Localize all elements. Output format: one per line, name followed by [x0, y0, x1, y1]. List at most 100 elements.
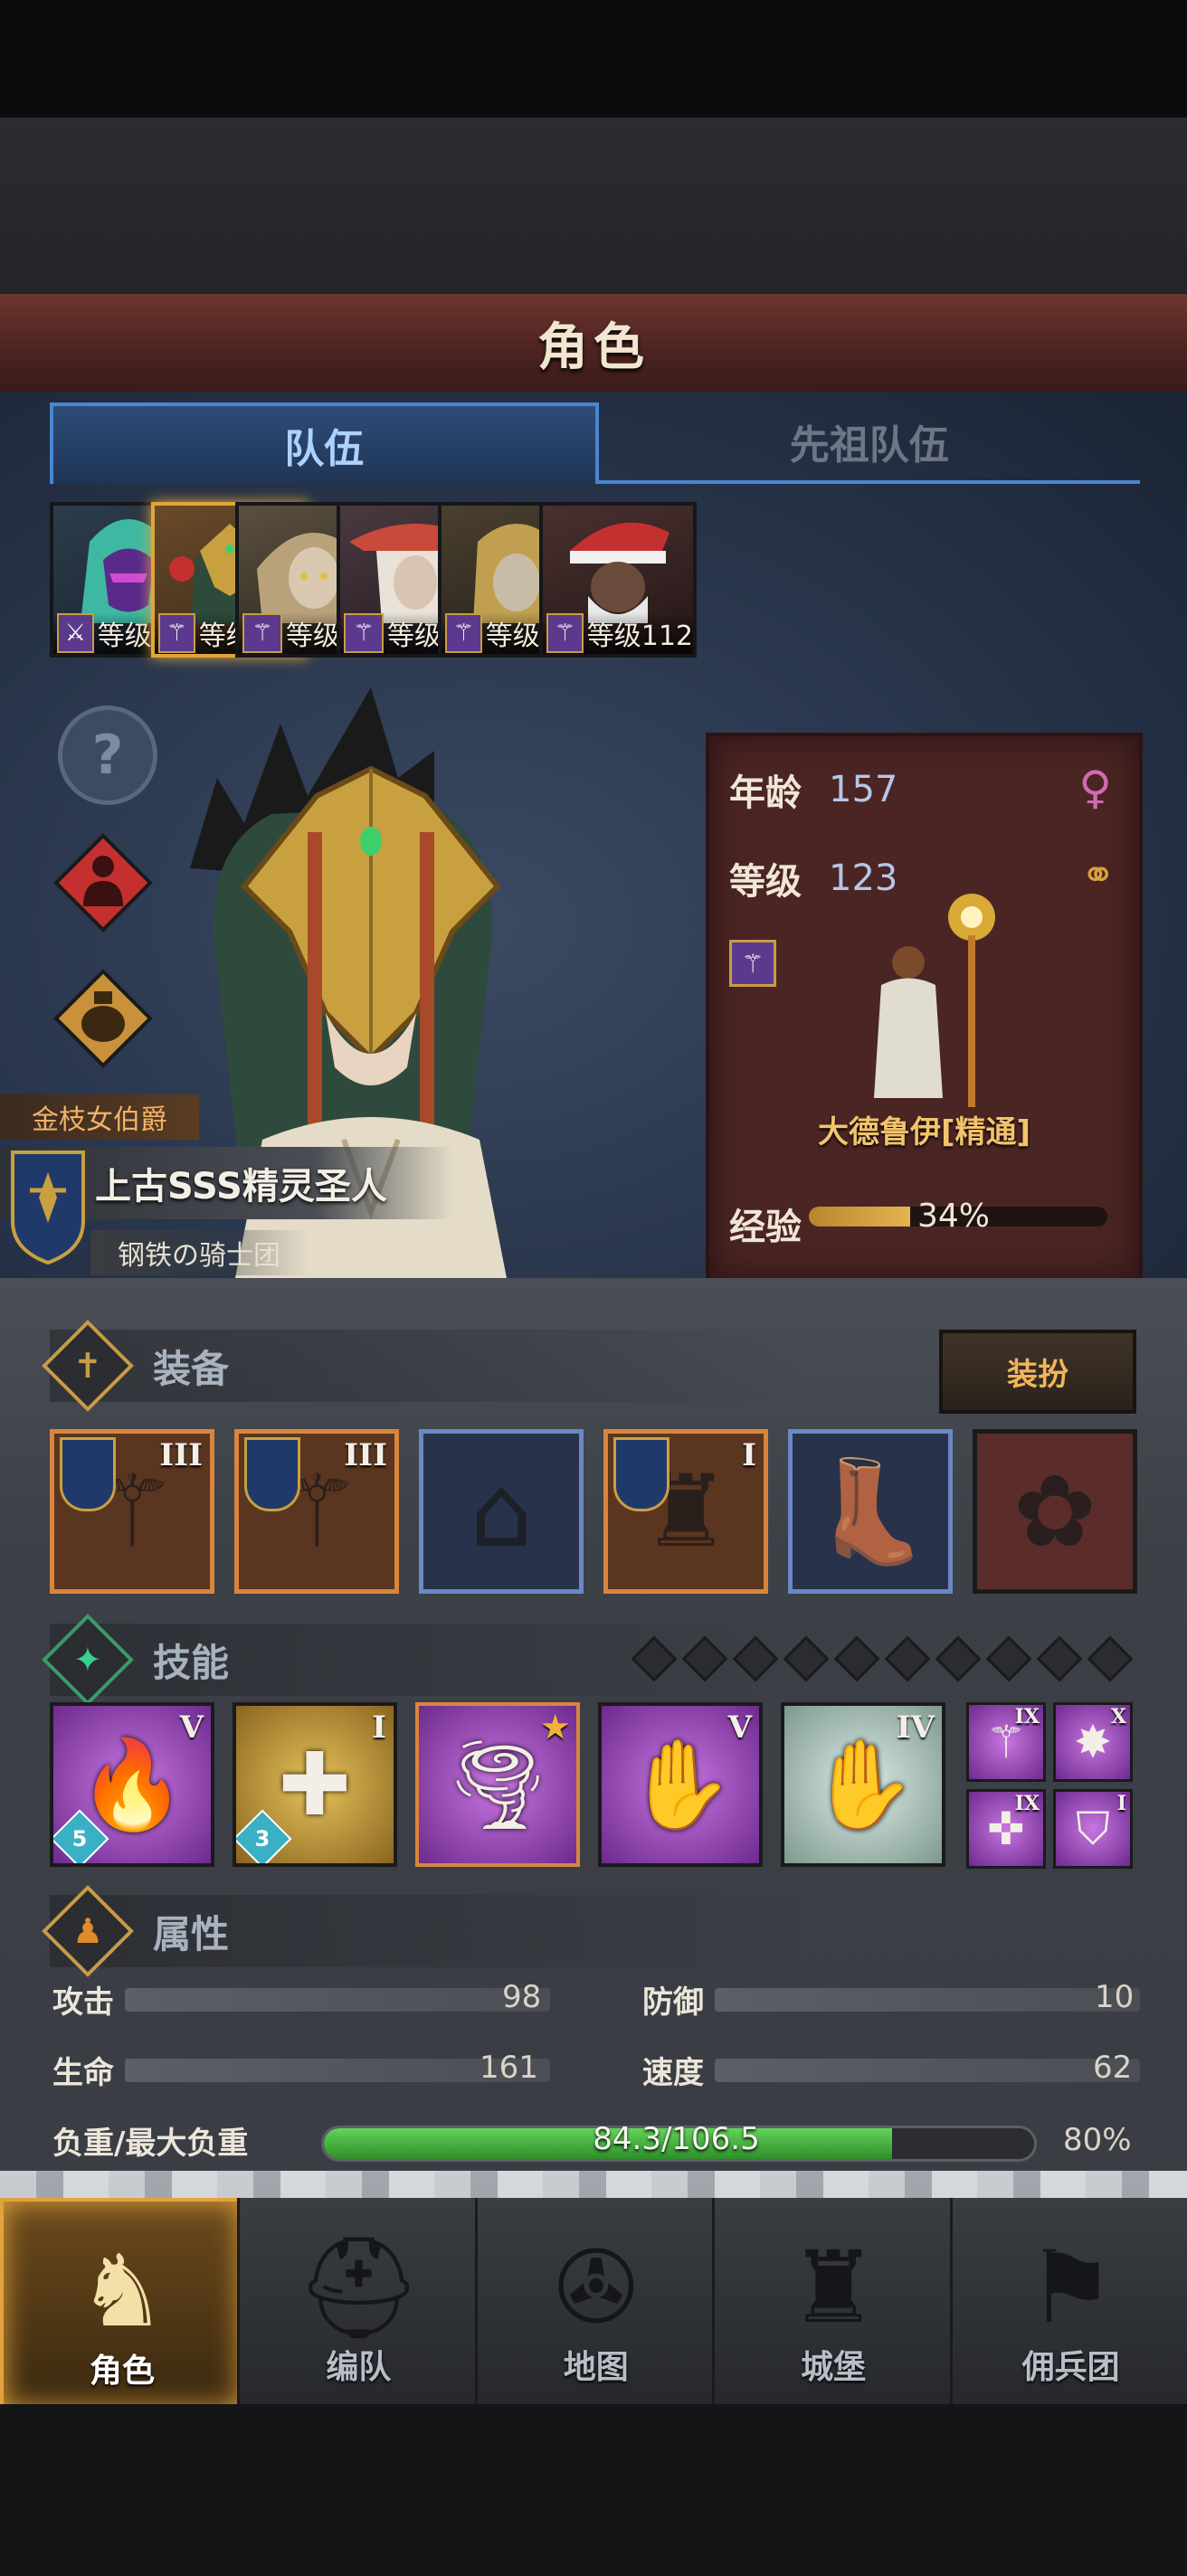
- person-icon: ♟: [71, 1910, 104, 1951]
- star-icon: ✦: [73, 1640, 102, 1680]
- noble-title-badge: 金枝女伯爵: [0, 1094, 199, 1140]
- skill-count: 5: [71, 1826, 88, 1852]
- passive-skill-slot[interactable]: ⛉ I: [1053, 1789, 1133, 1869]
- equipment-label: 装备: [153, 1346, 230, 1391]
- skill-slot[interactable]: 🌪 ★: [415, 1702, 580, 1867]
- hero-card[interactable]: ⚚ 等级112: [539, 502, 697, 658]
- skill-tier: IX: [1014, 1705, 1040, 1728]
- castle-icon: ♜: [788, 2230, 878, 2345]
- tab-team[interactable]: 队伍: [50, 402, 599, 484]
- staff-icon: ⚚: [546, 613, 584, 653]
- equipment-slot-weapon-staff-2[interactable]: ⚚ III: [234, 1429, 399, 1594]
- team-tabs: 队伍 先祖队伍: [50, 402, 1140, 484]
- nav-tab-3[interactable]: ♜ 城堡: [712, 2198, 953, 2404]
- nav-label: 城堡: [801, 2349, 867, 2386]
- skill-tier: I: [1116, 1792, 1126, 1815]
- load-row: 负重/最大负重: [52, 2117, 324, 2163]
- bottom-safe-area: [0, 2404, 1187, 2576]
- skill-tier: I: [372, 1709, 386, 1746]
- boots-icon: 👢: [808, 1453, 933, 1569]
- portrait-button[interactable]: [52, 832, 154, 933]
- passive-skill-slot[interactable]: ✸ X: [1053, 1702, 1133, 1782]
- staff-icon: ⚚: [158, 613, 195, 653]
- speed-value: 62: [1093, 2050, 1133, 2086]
- hero-level-bar: ⚚ 等级112: [543, 612, 693, 654]
- status-bar-area: [0, 0, 1187, 118]
- hood-icon: ⌂: [470, 1454, 533, 1569]
- skill-count: 3: [254, 1826, 271, 1852]
- top-backdrop: [0, 118, 1187, 294]
- exp-label: 经验: [729, 1207, 802, 1248]
- hero-roster: ⚔等级128 ⚚等级123 ⚚等级99 ⚚等级99 ⚚等级122 ⚚等级112: [50, 502, 1135, 660]
- equipment-slot-robe[interactable]: ♜ I: [603, 1429, 768, 1594]
- nav-tab-4[interactable]: ⚑ 佣兵团: [949, 2198, 1187, 2404]
- hp-value: 161: [480, 2050, 538, 2086]
- attributes-header: ♟ 属性: [42, 1885, 1135, 1977]
- skill-tier: IX: [1014, 1792, 1040, 1815]
- passive-skill-slot[interactable]: ⚚ IX: [966, 1702, 1046, 1782]
- passive-skill-slot[interactable]: ✜ IX: [966, 1789, 1046, 1869]
- load-value: 84.3/106.5: [593, 2121, 760, 2157]
- staff-icon: ⚚: [445, 613, 482, 653]
- nav-snow-edge: [0, 2171, 1187, 2198]
- section-diamond: ✦: [42, 1614, 134, 1706]
- nav-label: 编队: [326, 2349, 392, 2386]
- banner-icon: ⚑: [1026, 2230, 1116, 2345]
- character-name: 上古SSS精灵圣人: [95, 1166, 387, 1208]
- guild-emblem-icon[interactable]: [9, 1149, 87, 1266]
- compass-map-icon: ✇: [554, 2230, 638, 2345]
- exp-bar-fill: [809, 1207, 911, 1226]
- skill-slot[interactable]: 🔥 V 5: [50, 1702, 214, 1867]
- dress-up-button[interactable]: 装扮: [939, 1330, 1136, 1414]
- potion-button[interactable]: [52, 968, 154, 1069]
- guild-shield-icon: [60, 1437, 116, 1511]
- class-figure: [874, 894, 995, 1107]
- skill-tier: ★: [541, 1709, 569, 1746]
- skills-label: 技能: [153, 1640, 230, 1685]
- tier-label: III: [344, 1437, 387, 1473]
- age-value: 157: [829, 769, 898, 810]
- nav-label: 佣兵团: [1021, 2349, 1120, 2386]
- person-icon: [53, 833, 153, 933]
- help-button[interactable]: ?: [58, 706, 157, 805]
- skill-slot[interactable]: ✋ IV: [781, 1702, 945, 1867]
- class-name: 大德鲁伊[精通]: [817, 1114, 1031, 1151]
- nav-label: 地图: [563, 2349, 629, 2386]
- tier-label: I: [742, 1437, 756, 1473]
- age-row: 年龄 157: [729, 763, 897, 816]
- skill-slot[interactable]: ✚ I 3: [233, 1702, 397, 1867]
- helmet-icon: ⛑: [295, 2230, 423, 2345]
- level-label: 等级: [729, 861, 802, 903]
- equipment-slot-weapon-staff-1[interactable]: ⚚ III: [50, 1429, 214, 1594]
- defense-value: 10: [1095, 1979, 1135, 2015]
- equipment-slot-hood[interactable]: ⌂: [419, 1429, 584, 1594]
- ring-icon[interactable]: ⚭: [1080, 850, 1116, 899]
- cross-icon: ✝: [73, 1346, 102, 1386]
- page-title: 角色: [537, 317, 650, 377]
- hero-level: 等级112: [586, 620, 693, 652]
- staff-icon: ⚚: [242, 613, 282, 653]
- exp-value: 34%: [917, 1198, 991, 1235]
- staff-icon: ⚚: [729, 940, 776, 987]
- tier-label: III: [159, 1437, 203, 1473]
- hero-portrait: [570, 522, 669, 623]
- trinket-bag-icon: ✿: [1012, 1454, 1097, 1569]
- section-diamond: ✝: [42, 1320, 134, 1412]
- guild-name: 钢铁の骑士团: [90, 1230, 308, 1275]
- equipment-slot-boots[interactable]: 👢: [788, 1429, 953, 1594]
- question-icon: ?: [91, 724, 124, 787]
- exp-row: 经验: [729, 1198, 802, 1250]
- equipment-slot-trinket-bag[interactable]: ✿: [973, 1429, 1137, 1594]
- guild-shield-icon: [244, 1437, 300, 1511]
- skill-tier: V: [727, 1709, 752, 1746]
- skill-slot[interactable]: ✋ V: [598, 1702, 763, 1867]
- skill-tier: X: [1110, 1705, 1126, 1728]
- guild-shield-icon: [613, 1437, 669, 1511]
- section-diamond: ♟: [42, 1885, 134, 1977]
- staff-icon: ⚚: [344, 613, 384, 653]
- tab-ancestor-team[interactable]: 先祖队伍: [598, 402, 1140, 484]
- attack-value: 98: [502, 1979, 542, 2015]
- nav-tab-1[interactable]: ⛑ 编队: [237, 2198, 478, 2404]
- nav-tab-0[interactable]: ♞ 角色: [0, 2198, 244, 2411]
- nav-tab-2[interactable]: ✇ 地图: [474, 2198, 715, 2404]
